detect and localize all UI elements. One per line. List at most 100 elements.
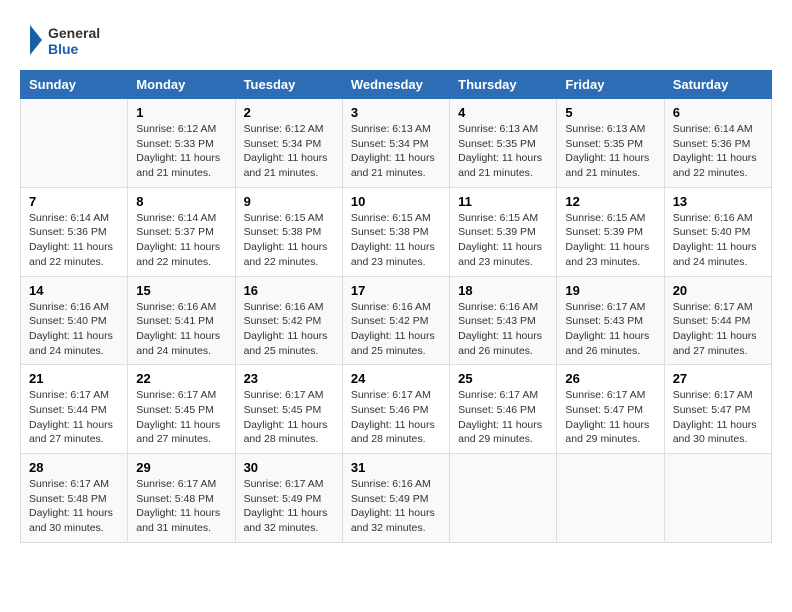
day-info: Sunrise: 6:16 AM Sunset: 5:49 PM Dayligh… [351,477,441,536]
calendar-cell: 6 Sunrise: 6:14 AM Sunset: 5:36 PM Daylig… [664,99,771,188]
calendar-cell: 17Sunrise: 6:16 AM Sunset: 5:42 PM Dayli… [342,276,449,365]
week-row-4: 21 Sunrise: 6:17 AM Sunset: 5:44 PM Dayli… [21,365,772,454]
day-number: 15 [136,283,226,298]
day-info: Sunrise: 6:17 AM Sunset: 5:43 PM Dayligh… [565,300,655,359]
calendar-cell: 3Sunrise: 6:13 AM Sunset: 5:34 PM Daylig… [342,99,449,188]
day-number: 25 [458,371,548,386]
day-number: 4 [458,105,548,120]
day-info: Sunrise: 6:16 AM Sunset: 5:40 PM Dayligh… [29,300,119,359]
calendar-cell: 18 Sunrise: 6:16 AM Sunset: 5:43 PM Dayli… [450,276,557,365]
day-number: 13 [673,194,763,209]
calendar-cell: 26 Sunrise: 6:17 AM Sunset: 5:47 PM Dayli… [557,365,664,454]
day-info: Sunrise: 6:15 AM Sunset: 5:38 PM Dayligh… [351,211,441,270]
day-number: 28 [29,460,119,475]
day-number: 9 [244,194,334,209]
calendar-cell: 15 Sunrise: 6:16 AM Sunset: 5:41 PM Dayli… [128,276,235,365]
calendar-cell: 23 Sunrise: 6:17 AM Sunset: 5:45 PM Dayli… [235,365,342,454]
day-number: 24 [351,371,441,386]
calendar-cell [664,454,771,543]
calendar-cell: 2Sunrise: 6:12 AM Sunset: 5:34 PM Daylig… [235,99,342,188]
day-info: Sunrise: 6:17 AM Sunset: 5:48 PM Dayligh… [136,477,226,536]
calendar-cell: 20Sunrise: 6:17 AM Sunset: 5:44 PM Dayli… [664,276,771,365]
day-number: 23 [244,371,334,386]
day-number: 27 [673,371,763,386]
column-header-thursday: Thursday [450,71,557,99]
page-header: GeneralBlue [20,20,772,60]
calendar-cell: 5 Sunrise: 6:13 AM Sunset: 5:35 PM Daylig… [557,99,664,188]
calendar-cell: 8Sunrise: 6:14 AM Sunset: 5:37 PM Daylig… [128,187,235,276]
calendar-cell: 21 Sunrise: 6:17 AM Sunset: 5:44 PM Dayli… [21,365,128,454]
day-info: Sunrise: 6:17 AM Sunset: 5:45 PM Dayligh… [244,388,334,447]
logo-svg: GeneralBlue [20,20,110,60]
day-number: 10 [351,194,441,209]
week-row-2: 7 Sunrise: 6:14 AM Sunset: 5:36 PM Daylig… [21,187,772,276]
day-info: Sunrise: 6:14 AM Sunset: 5:36 PM Dayligh… [673,122,763,181]
day-info: Sunrise: 6:17 AM Sunset: 5:47 PM Dayligh… [565,388,655,447]
day-number: 6 [673,105,763,120]
day-info: Sunrise: 6:16 AM Sunset: 5:42 PM Dayligh… [351,300,441,359]
day-number: 12 [565,194,655,209]
day-number: 18 [458,283,548,298]
day-number: 26 [565,371,655,386]
logo: GeneralBlue [20,20,110,60]
calendar-cell [557,454,664,543]
day-number: 30 [244,460,334,475]
day-number: 31 [351,460,441,475]
calendar-cell: 10 Sunrise: 6:15 AM Sunset: 5:38 PM Dayli… [342,187,449,276]
day-number: 21 [29,371,119,386]
calendar-cell [450,454,557,543]
week-row-1: 1Sunrise: 6:12 AM Sunset: 5:33 PM Daylig… [21,99,772,188]
svg-text:General: General [48,25,100,41]
day-number: 14 [29,283,119,298]
calendar-cell: 11 Sunrise: 6:15 AM Sunset: 5:39 PM Dayli… [450,187,557,276]
calendar-table: SundayMondayTuesdayWednesdayThursdayFrid… [20,70,772,543]
day-info: Sunrise: 6:15 AM Sunset: 5:39 PM Dayligh… [565,211,655,270]
calendar-cell: 25 Sunrise: 6:17 AM Sunset: 5:46 PM Dayli… [450,365,557,454]
day-info: Sunrise: 6:17 AM Sunset: 5:47 PM Dayligh… [673,388,763,447]
column-header-sunday: Sunday [21,71,128,99]
day-info: Sunrise: 6:17 AM Sunset: 5:49 PM Dayligh… [244,477,334,536]
day-info: Sunrise: 6:12 AM Sunset: 5:33 PM Dayligh… [136,122,226,181]
day-info: Sunrise: 6:14 AM Sunset: 5:36 PM Dayligh… [29,211,119,270]
week-row-5: 28 Sunrise: 6:17 AM Sunset: 5:48 PM Dayli… [21,454,772,543]
day-info: Sunrise: 6:13 AM Sunset: 5:35 PM Dayligh… [458,122,548,181]
calendar-cell: 7 Sunrise: 6:14 AM Sunset: 5:36 PM Daylig… [21,187,128,276]
day-info: Sunrise: 6:15 AM Sunset: 5:38 PM Dayligh… [244,211,334,270]
day-info: Sunrise: 6:16 AM Sunset: 5:40 PM Dayligh… [673,211,763,270]
day-info: Sunrise: 6:17 AM Sunset: 5:44 PM Dayligh… [673,300,763,359]
day-number: 29 [136,460,226,475]
day-info: Sunrise: 6:14 AM Sunset: 5:37 PM Dayligh… [136,211,226,270]
day-info: Sunrise: 6:16 AM Sunset: 5:43 PM Dayligh… [458,300,548,359]
calendar-cell: 28 Sunrise: 6:17 AM Sunset: 5:48 PM Dayli… [21,454,128,543]
calendar-cell: 29 Sunrise: 6:17 AM Sunset: 5:48 PM Dayli… [128,454,235,543]
day-info: Sunrise: 6:13 AM Sunset: 5:35 PM Dayligh… [565,122,655,181]
calendar-cell: 31 Sunrise: 6:16 AM Sunset: 5:49 PM Dayli… [342,454,449,543]
day-number: 5 [565,105,655,120]
day-info: Sunrise: 6:12 AM Sunset: 5:34 PM Dayligh… [244,122,334,181]
day-info: Sunrise: 6:17 AM Sunset: 5:45 PM Dayligh… [136,388,226,447]
day-info: Sunrise: 6:16 AM Sunset: 5:42 PM Dayligh… [244,300,334,359]
day-number: 19 [565,283,655,298]
calendar-cell: 13 Sunrise: 6:16 AM Sunset: 5:40 PM Dayli… [664,187,771,276]
day-number: 16 [244,283,334,298]
day-number: 7 [29,194,119,209]
day-info: Sunrise: 6:17 AM Sunset: 5:46 PM Dayligh… [351,388,441,447]
calendar-cell: 16 Sunrise: 6:16 AM Sunset: 5:42 PM Dayli… [235,276,342,365]
day-info: Sunrise: 6:17 AM Sunset: 5:44 PM Dayligh… [29,388,119,447]
calendar-cell: 4 Sunrise: 6:13 AM Sunset: 5:35 PM Daylig… [450,99,557,188]
day-info: Sunrise: 6:15 AM Sunset: 5:39 PM Dayligh… [458,211,548,270]
calendar-cell [21,99,128,188]
calendar-cell: 12 Sunrise: 6:15 AM Sunset: 5:39 PM Dayli… [557,187,664,276]
calendar-cell: 14 Sunrise: 6:16 AM Sunset: 5:40 PM Dayli… [21,276,128,365]
day-info: Sunrise: 6:13 AM Sunset: 5:34 PM Dayligh… [351,122,441,181]
day-number: 11 [458,194,548,209]
column-header-friday: Friday [557,71,664,99]
calendar-cell: 19 Sunrise: 6:17 AM Sunset: 5:43 PM Dayli… [557,276,664,365]
day-info: Sunrise: 6:16 AM Sunset: 5:41 PM Dayligh… [136,300,226,359]
column-header-saturday: Saturday [664,71,771,99]
day-info: Sunrise: 6:17 AM Sunset: 5:48 PM Dayligh… [29,477,119,536]
calendar-cell: 30 Sunrise: 6:17 AM Sunset: 5:49 PM Dayli… [235,454,342,543]
day-number: 22 [136,371,226,386]
day-info: Sunrise: 6:17 AM Sunset: 5:46 PM Dayligh… [458,388,548,447]
calendar-cell: 22 Sunrise: 6:17 AM Sunset: 5:45 PM Dayli… [128,365,235,454]
